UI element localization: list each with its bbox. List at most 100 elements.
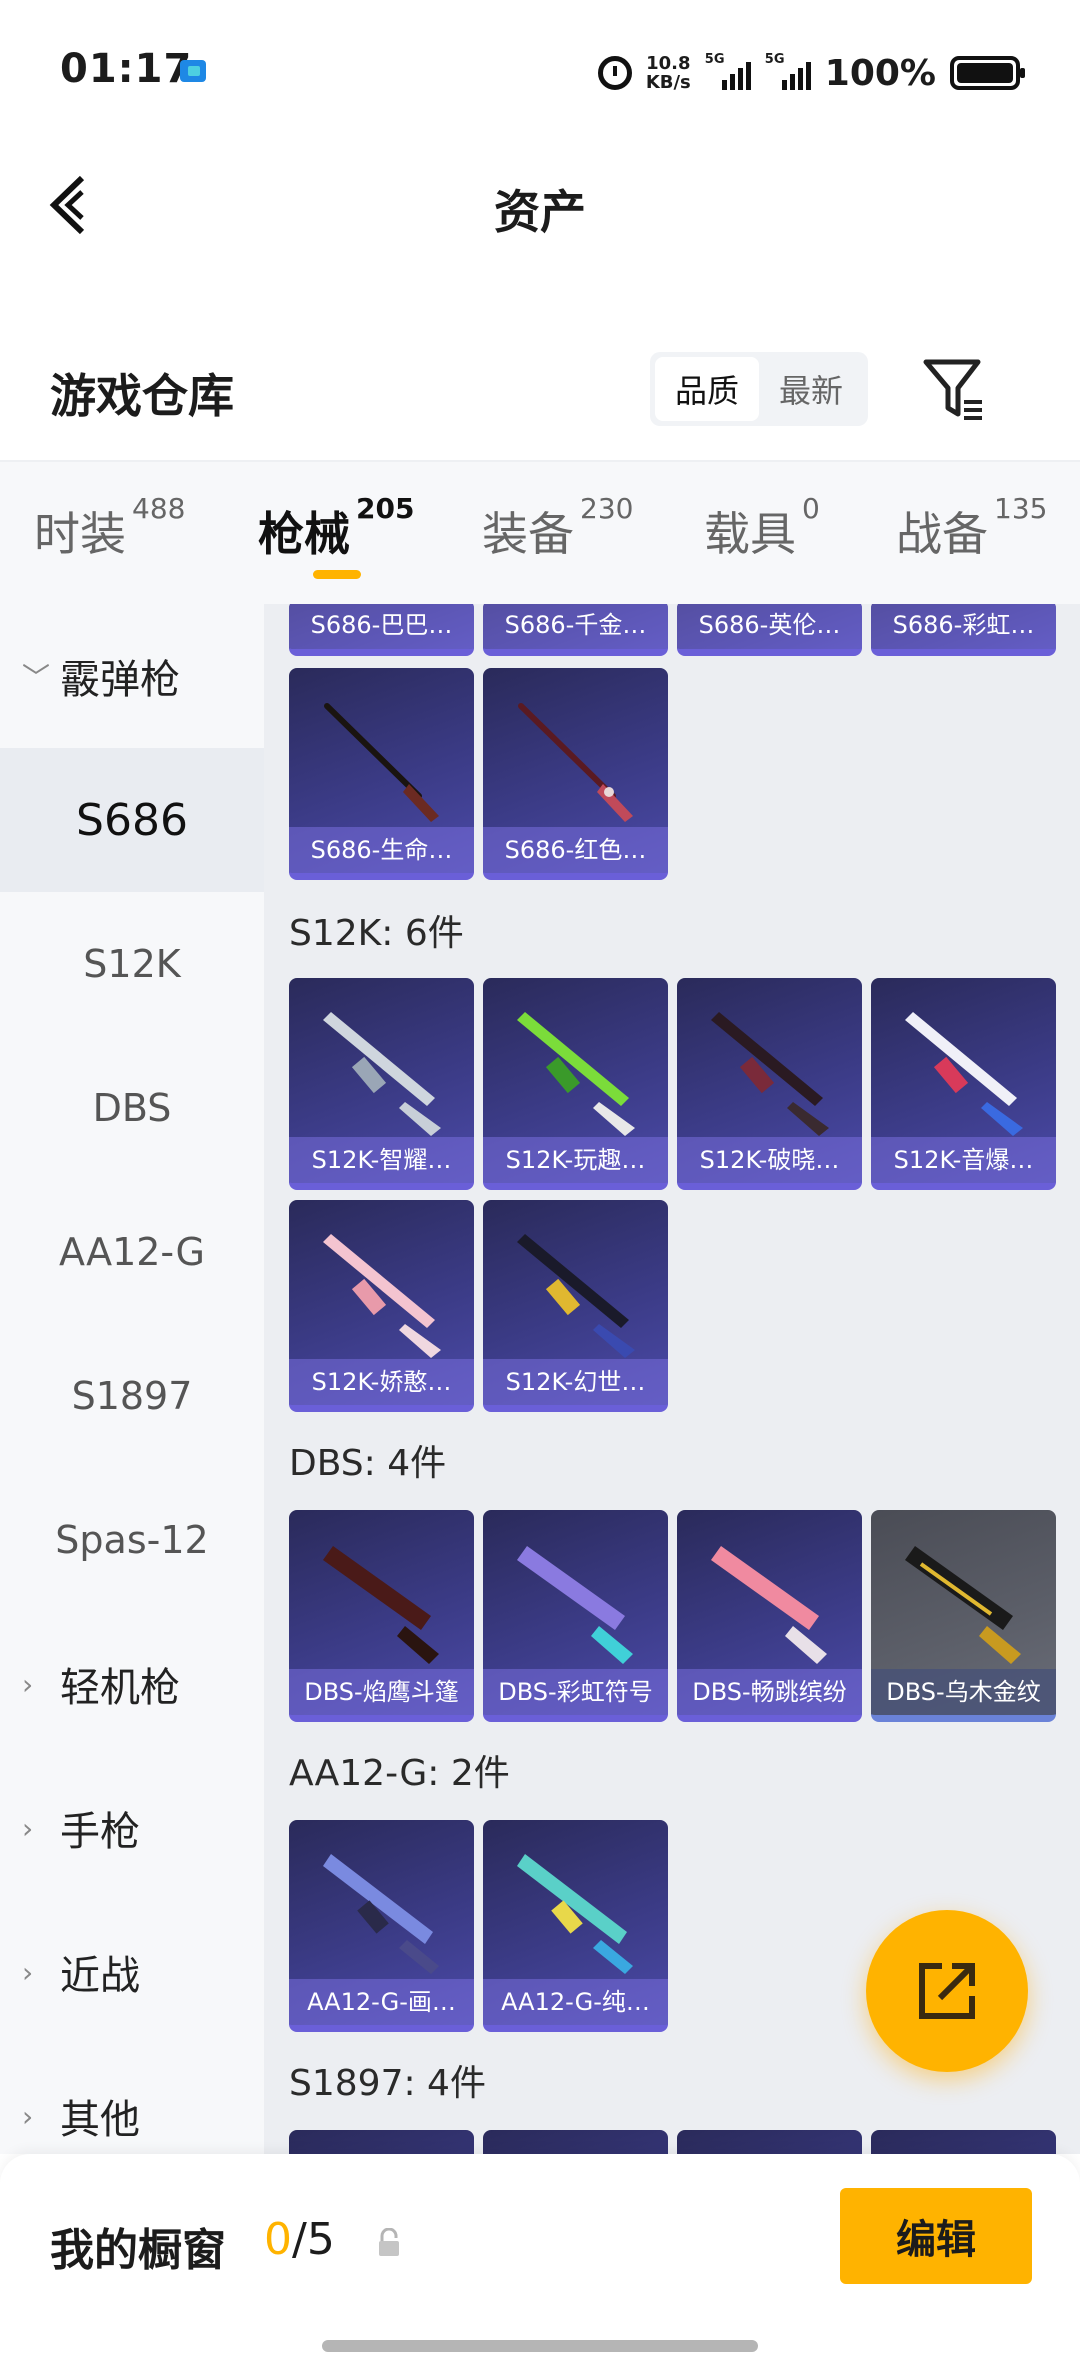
battery-icon xyxy=(950,56,1025,90)
sidebar-item-label: 霰弹枪 xyxy=(60,657,180,703)
sidebar-item-spas12[interactable]: Spas-12 xyxy=(0,1468,264,1612)
sidebar-item-dbs[interactable]: DBS xyxy=(0,1036,264,1180)
weapon-card[interactable] xyxy=(871,2130,1056,2154)
weapon-card[interactable]: DBS-焰鹰斗篷 xyxy=(289,1510,474,1722)
sidebar-item-aa12g[interactable]: AA12-G xyxy=(0,1180,264,1324)
weapon-card[interactable]: S686-英伦… xyxy=(677,604,862,656)
weapon-type-sidebar: ﹀ 霰弹枪 S686 S12K DBS AA12-G S1897 Spas-12 … xyxy=(0,604,264,2154)
page-title: 资产 xyxy=(494,185,586,239)
rifle-icon xyxy=(323,1234,441,1358)
tab-supplies[interactable]: 战备 135 xyxy=(896,492,1047,564)
rifle-icon xyxy=(517,1234,635,1358)
section-title-dbs: DBS: 4件 xyxy=(289,1443,447,1484)
edit-button[interactable]: 编辑 xyxy=(840,2188,1032,2284)
weapon-card[interactable]: AA12-G-纯… xyxy=(483,1820,668,2032)
sidebar-item-label: 手枪 xyxy=(60,1809,140,1855)
tab-label: 载具 xyxy=(704,507,796,561)
weapon-card[interactable]: S12K-玩趣… xyxy=(483,978,668,1190)
rifle-icon xyxy=(711,1012,829,1136)
showcase-current: 0 xyxy=(264,2214,292,2265)
tab-label: 枪械 xyxy=(258,507,350,561)
weapon-card[interactable] xyxy=(289,2130,474,2154)
tab-fashion[interactable]: 时装 488 xyxy=(34,492,185,564)
weapon-card-label: S12K-幻世… xyxy=(483,1359,668,1405)
weapon-card-label: AA12-G-纯… xyxy=(483,1979,668,2025)
rifle-icon xyxy=(323,1012,441,1136)
tab-vehicles[interactable]: 载具 0 xyxy=(704,492,820,564)
home-indicator[interactable] xyxy=(322,2340,758,2352)
network-speed: 10.8 KB/s xyxy=(646,54,691,92)
chevron-right-icon: › xyxy=(22,1667,34,1701)
sidebar-item-s686[interactable]: S686 xyxy=(0,748,264,892)
weapon-card[interactable]: S686-彩虹… xyxy=(871,604,1056,656)
weapon-card[interactable]: AA12-G-画… xyxy=(289,1820,474,2032)
sidebar-item-shotgun[interactable]: ﹀ 霰弹枪 xyxy=(0,604,264,748)
weapon-card[interactable]: DBS-彩虹符号 xyxy=(483,1510,668,1722)
chevron-right-icon: › xyxy=(22,1811,34,1845)
weapon-card-label: DBS-乌木金纹 xyxy=(871,1669,1056,1715)
weapon-card-label: S686-生命… xyxy=(289,827,474,873)
weapon-card-label: S12K-智耀… xyxy=(289,1137,474,1183)
section-title-aa12g: AA12-G: 2件 xyxy=(289,1753,510,1794)
status-time: 01:17 xyxy=(60,46,193,92)
share-icon xyxy=(919,1963,975,2019)
sort-option-quality[interactable]: 品质 xyxy=(655,357,759,421)
tab-label: 战备 xyxy=(896,507,988,561)
weapon-card[interactable]: S12K-音爆… xyxy=(871,978,1056,1190)
shotgun-icon xyxy=(323,1854,439,1974)
alarm-icon xyxy=(597,56,632,90)
tab-count: 205 xyxy=(356,492,415,525)
shotgun-icon xyxy=(324,703,439,822)
weapon-card[interactable]: S12K-智耀… xyxy=(289,978,474,1190)
weapon-card[interactable] xyxy=(677,2130,862,2154)
filter-button[interactable] xyxy=(922,352,986,426)
weapon-card-label: S686-彩虹… xyxy=(871,604,1056,649)
shotgun-icon xyxy=(518,703,633,822)
active-tab-indicator xyxy=(313,570,361,579)
chevron-down-icon: ﹀ xyxy=(22,661,51,694)
weapon-card-label: S686-英伦… xyxy=(677,604,862,649)
weapon-card[interactable]: S12K-幻世… xyxy=(483,1200,668,1412)
share-button[interactable] xyxy=(866,1910,1028,2072)
sidebar-item-s1897[interactable]: S1897 xyxy=(0,1324,264,1468)
tab-guns[interactable]: 枪械 205 xyxy=(258,492,414,564)
weapon-card[interactable]: S686-生命… xyxy=(289,668,474,880)
weapon-card[interactable]: S12K-破晓… xyxy=(677,978,862,1190)
sidebar-item-lmg[interactable]: › 轻机枪 xyxy=(0,1612,264,1756)
sidebar-item-label: 其他 xyxy=(60,2097,140,2143)
network-speed-unit: KB/s xyxy=(645,72,691,93)
weapon-card[interactable]: DBS-乌木金纹 xyxy=(871,1510,1056,1722)
shotgun-icon xyxy=(517,1854,633,1974)
weapon-card-label: S12K-破晓… xyxy=(677,1137,862,1183)
signal-icon: 5G xyxy=(705,52,751,90)
sort-option-newest[interactable]: 最新 xyxy=(759,357,863,421)
weapon-card[interactable]: S12K-娇憨… xyxy=(289,1200,474,1412)
tab-count: 0 xyxy=(802,492,820,525)
tab-count: 488 xyxy=(132,492,186,525)
sidebar-item-s12k[interactable]: S12K xyxy=(0,892,264,1036)
sidebar-item-label: 轻机枪 xyxy=(60,1665,180,1711)
status-indicators: 10.8 KB/s 5G 5G 100% xyxy=(597,48,1025,98)
weapon-card[interactable]: S686-巴巴… xyxy=(289,604,474,656)
tab-equipment[interactable]: 装备 230 xyxy=(482,492,633,564)
weapon-card-label: DBS-彩虹符号 xyxy=(483,1669,668,1715)
signal-icon: 5G xyxy=(765,52,811,90)
weapon-card[interactable]: S686-千金… xyxy=(483,604,668,656)
showcase-count: 0/5 xyxy=(264,2214,335,2265)
showcase-total: /5 xyxy=(292,2214,335,2265)
weapon-card-label: DBS-畅跳缤纷 xyxy=(677,1669,862,1715)
shotgun-icon xyxy=(905,1546,1021,1664)
weapon-card[interactable]: DBS-畅跳缤纷 xyxy=(677,1510,862,1722)
warehouse-title: 游戏仓库 xyxy=(50,369,234,423)
weapon-card-label: DBS-焰鹰斗篷 xyxy=(289,1669,474,1715)
weapon-card[interactable]: S686-红色… xyxy=(483,668,668,880)
network-speed-value: 10.8 xyxy=(646,53,691,74)
warehouse-header: 游戏仓库 品质 最新 xyxy=(0,340,1080,460)
sidebar-item-pistol[interactable]: › 手枪 xyxy=(0,1756,264,1900)
weapon-card-label: S686-红色… xyxy=(483,827,668,873)
shotgun-icon xyxy=(517,1546,633,1664)
sidebar-item-melee[interactable]: › 近战 xyxy=(0,1900,264,2044)
lock-icon xyxy=(379,2228,399,2256)
page-header: 资产 xyxy=(0,140,1080,270)
weapon-card[interactable] xyxy=(483,2130,668,2154)
